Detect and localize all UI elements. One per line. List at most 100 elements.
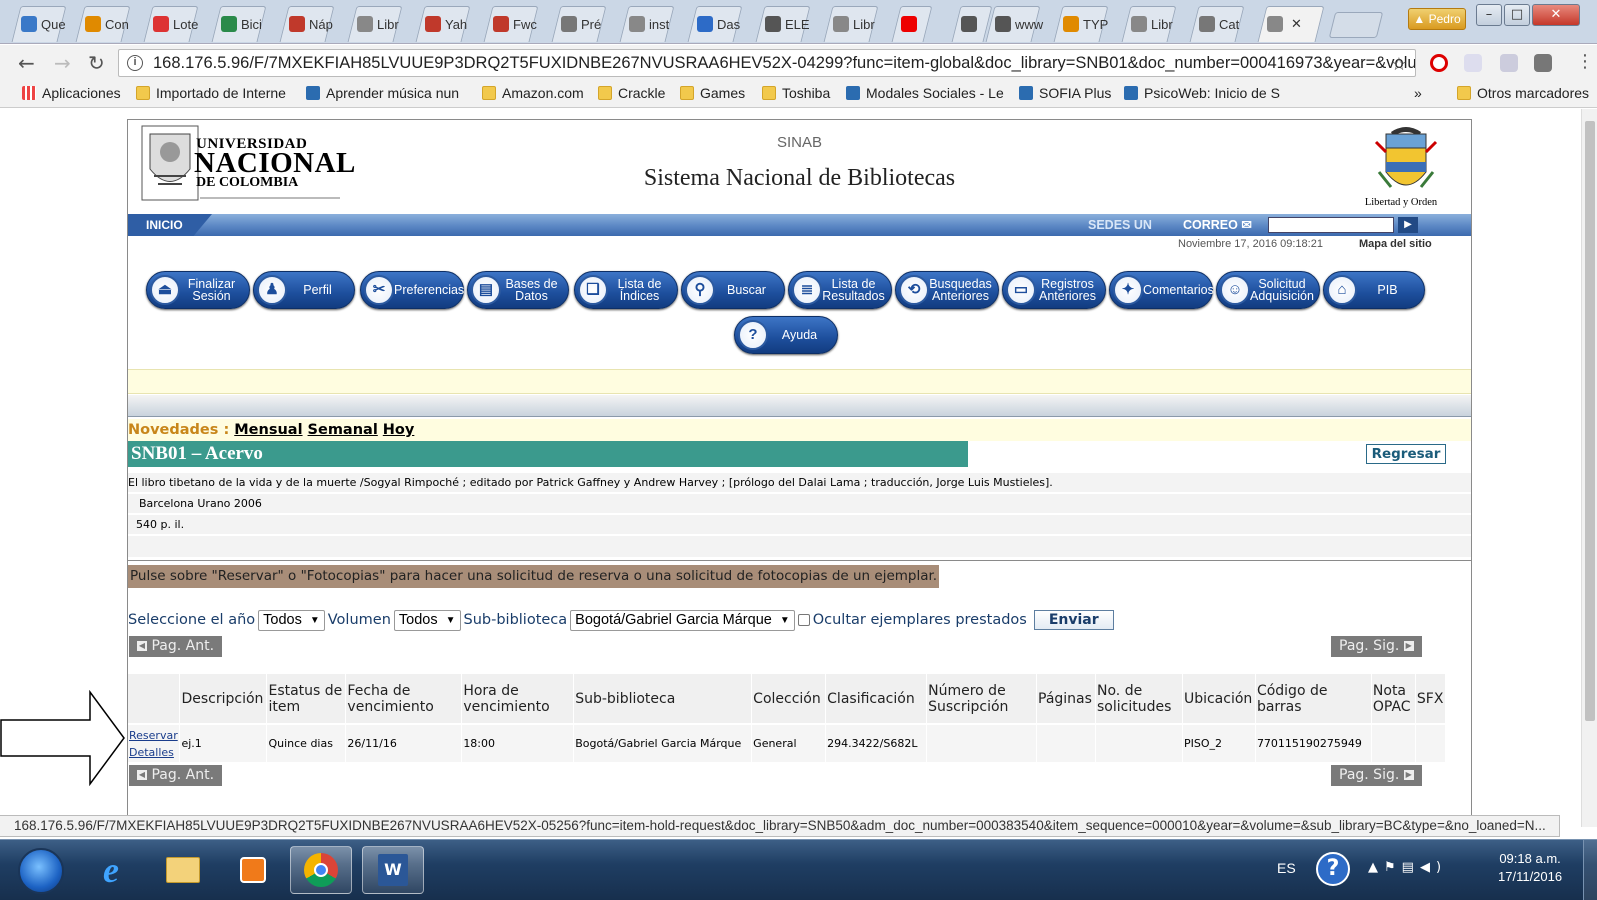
minimize-button[interactable]: –	[1476, 4, 1502, 26]
regresar-button[interactable]: Regresar	[1366, 444, 1446, 464]
menu-button-book[interactable]: ❑ Lista de Índices	[574, 271, 678, 309]
browser-tab[interactable]: TYP	[1053, 6, 1109, 42]
menu-button-building[interactable]: ⌂ PIB	[1323, 271, 1425, 309]
show-desktop-button[interactable]	[1583, 840, 1597, 900]
next-page-button-bottom[interactable]: Pag. Sig. ▶	[1331, 765, 1422, 786]
reload-icon[interactable]: ↻	[88, 51, 105, 75]
current-datetime: Noviembre 17, 2016 09:18:21	[1178, 238, 1323, 250]
extension-icon[interactable]	[1534, 54, 1552, 72]
bookmark-item[interactable]: Amazon.com	[482, 85, 584, 101]
novedades-mensual-link[interactable]: Mensual	[234, 422, 302, 438]
browser-tab[interactable]: ELE	[755, 6, 811, 42]
tray-expand-icon[interactable]: ▲	[1368, 860, 1384, 875]
chrome-icon[interactable]	[290, 846, 352, 894]
volume-select[interactable]: Todos ▼	[393, 609, 461, 631]
page-scrollbar[interactable]	[1581, 109, 1597, 827]
reservar-link[interactable]: Reservar	[129, 727, 178, 744]
close-window-button[interactable]: ✕	[1532, 4, 1580, 26]
bookmark-star-icon[interactable]: ☆	[1391, 51, 1407, 76]
address-bar[interactable]: i 168.176.5.96/F/7MXEKFIAH85LVUUE9P3DRQ2…	[118, 49, 1416, 77]
novedades-semanal-link[interactable]: Semanal	[308, 422, 378, 438]
bookmark-item[interactable]: Aprender música nun	[306, 85, 459, 101]
browser-tab[interactable]: Pré	[551, 6, 607, 42]
bookmark-item[interactable]: Toshiba	[762, 85, 830, 101]
other-bookmarks[interactable]: Otros marcadores	[1457, 85, 1589, 101]
enviar-button[interactable]: Enviar	[1033, 610, 1114, 630]
bookmark-item[interactable]: Aplicaciones	[22, 85, 121, 101]
menu-button-users[interactable]: ☺ Solicitud Adquisición	[1216, 271, 1320, 309]
bookmark-item[interactable]: Crackle	[598, 85, 665, 101]
year-select[interactable]: Todos ▼	[258, 609, 325, 631]
browser-tab[interactable]: Cat	[1189, 6, 1245, 42]
prev-page-button-top[interactable]: ◀ Pag. Ant.	[129, 636, 223, 657]
close-tab-icon[interactable]: ✕	[1291, 16, 1302, 32]
language-indicator[interactable]: ES	[1277, 860, 1296, 876]
menu-button-search[interactable]: ⚲ Buscar	[681, 271, 785, 309]
bookmark-item[interactable]: Modales Sociales - Le	[846, 85, 1004, 101]
menu-button-database[interactable]: ▤ Bases de Datos	[467, 271, 569, 309]
correo-link[interactable]: CORREO ✉	[1183, 214, 1252, 236]
browser-tab[interactable]: Libr	[347, 6, 403, 42]
menu-button-list[interactable]: ≣ Lista de Resultados	[788, 271, 892, 309]
browser-tab[interactable]: Libr	[1121, 6, 1177, 42]
extension-icon[interactable]	[1464, 54, 1482, 72]
menu-button-user[interactable]: ♟ Perfil	[253, 271, 355, 309]
browser-tab[interactable]: inst	[619, 6, 675, 42]
internet-explorer-icon[interactable]: e	[80, 846, 142, 894]
browser-tab[interactable]: Bici	[211, 6, 267, 42]
menu-button-tools[interactable]: ✂ Preferencias	[360, 271, 464, 309]
profile-button[interactable]: ▲ Pedro	[1408, 8, 1466, 30]
detalles-link[interactable]: Detalles	[129, 744, 178, 761]
bookmarks-overflow-button[interactable]: »	[1414, 85, 1422, 101]
prev-page-button-bottom[interactable]: ◀ Pag. Ant.	[129, 765, 223, 786]
browser-tab[interactable]: www	[985, 6, 1043, 42]
action-center-flag-icon[interactable]: ⚑	[1384, 860, 1402, 875]
bookmark-item[interactable]: SOFIA Plus	[1019, 85, 1111, 101]
opera-icon[interactable]	[1430, 54, 1448, 72]
menu-button-history-search[interactable]: ⟲ Busquedas Anteriores	[895, 271, 999, 309]
browser-tab[interactable]: Lote	[143, 6, 199, 42]
browser-tab[interactable]: Libr	[823, 6, 879, 42]
file-explorer-icon[interactable]	[152, 846, 214, 894]
sitemap-link[interactable]: Mapa del sitio	[1359, 238, 1432, 250]
network-icon[interactable]: ▤	[1402, 860, 1420, 875]
browser-tab[interactable]: Yah	[415, 6, 471, 42]
tray-icons[interactable]: ▲⚑▤◀)	[1368, 860, 1447, 875]
back-arrow-icon[interactable]: ←	[18, 51, 35, 75]
bookmark-item[interactable]: PsicoWeb: Inicio de S	[1124, 85, 1280, 101]
menu-button-logout[interactable]: ⏏ Finalizar Sesión	[146, 271, 250, 309]
site-search-go-button[interactable]: ▶	[1398, 217, 1418, 233]
browser-tab[interactable]: Náp	[279, 6, 335, 42]
scrollbar-thumb[interactable]	[1585, 121, 1595, 721]
browser-tab[interactable]	[891, 6, 933, 42]
forward-arrow-icon[interactable]: →	[54, 51, 71, 75]
sedes-link[interactable]: SEDES UN	[1088, 214, 1152, 236]
help-icon[interactable]: ?	[1316, 852, 1350, 886]
browser-tab[interactable]: Fwc	[483, 6, 539, 42]
inicio-link[interactable]: INICIO	[128, 214, 212, 236]
menu-button-help[interactable]: ? Ayuda	[734, 316, 838, 354]
system-clock[interactable]: 09:18 a.m. 17/11/2016	[1498, 850, 1562, 886]
browser-tab[interactable]: Que	[11, 6, 67, 42]
start-orb-icon[interactable]	[18, 848, 64, 894]
hide-loaned-checkbox[interactable]	[797, 614, 810, 626]
volume-icon[interactable]: ◀)	[1420, 860, 1447, 875]
bookmark-item[interactable]: Importado de Interne	[136, 85, 286, 101]
menu-button-bulb[interactable]: ✦ Comentarios	[1109, 271, 1214, 309]
bookmark-item[interactable]: Games	[680, 85, 745, 101]
browser-tab[interactable]: Con	[75, 6, 131, 42]
extension-icon[interactable]	[1500, 54, 1518, 72]
maximize-button[interactable]: □	[1504, 4, 1530, 26]
next-page-button-top[interactable]: Pag. Sig. ▶	[1331, 636, 1422, 657]
site-search-input[interactable]	[1268, 217, 1394, 233]
new-tab-button[interactable]	[1328, 12, 1384, 38]
sublibrary-select[interactable]: Bogotá/Gabriel Garcia Márque ▼	[570, 609, 795, 631]
menu-button-folder[interactable]: ▭ Registros Anteriores	[1002, 271, 1106, 309]
menu-dots-icon[interactable]: ⋮	[1576, 51, 1594, 72]
word-icon[interactable]: W	[362, 846, 424, 894]
browser-tab[interactable]: ✕	[1257, 6, 1325, 42]
info-icon[interactable]: i	[127, 55, 143, 71]
novedades-hoy-link[interactable]: Hoy	[383, 422, 415, 438]
browser-tab[interactable]: Das	[687, 6, 743, 42]
media-player-icon[interactable]	[222, 846, 284, 894]
